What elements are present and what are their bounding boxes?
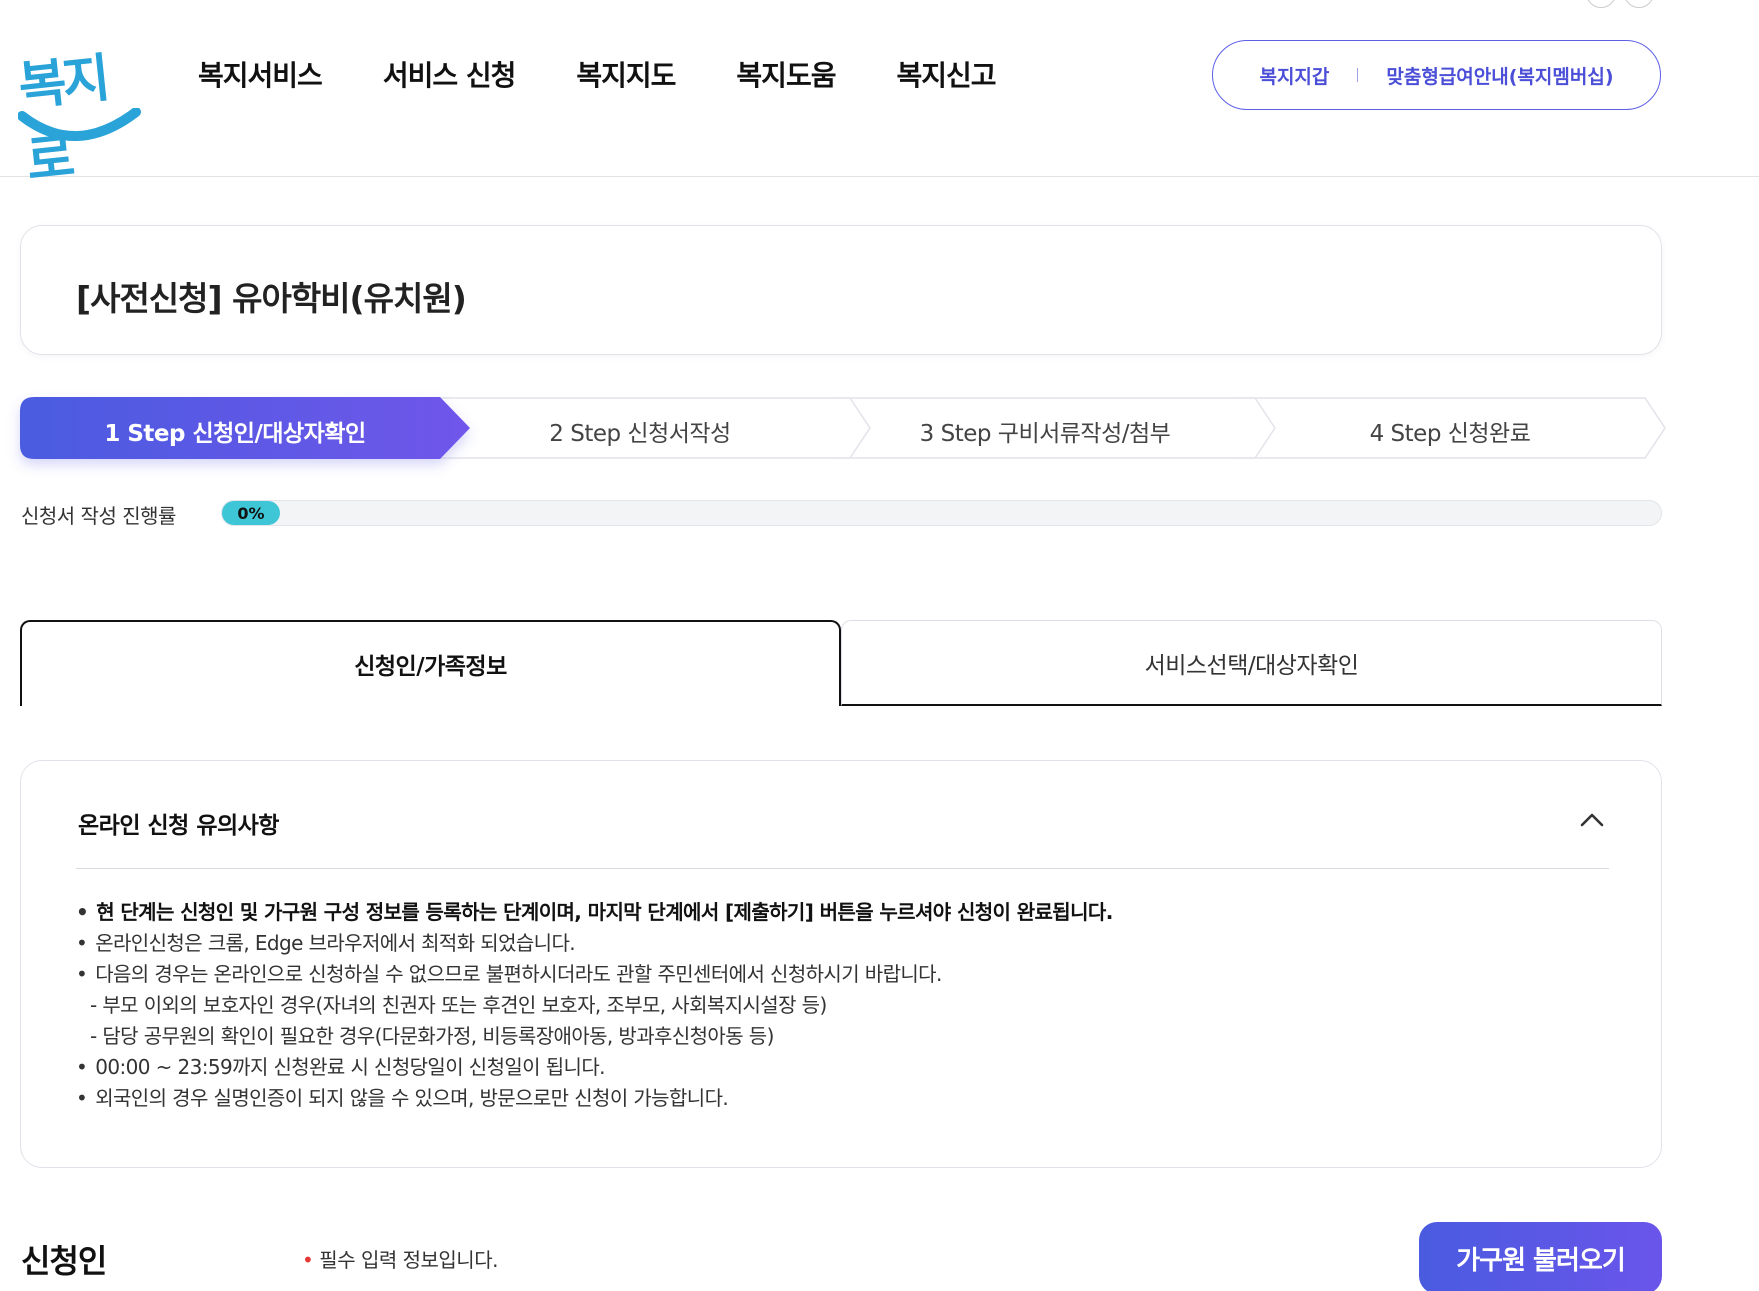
step-indicator: 1 Step 신청인/대상자확인 2 Step 신청서작성 3 Step 구비서… [20,396,1666,460]
nav-item-welfare-map[interactable]: 복지지도 [576,54,676,94]
step-1-label[interactable]: 1 Step 신청인/대상자확인 [104,414,366,448]
logo-smile-icon [18,108,141,141]
form-tabs: 신청인/가족정보 서비스선택/대상자확인 [20,620,1662,706]
notice-divider [76,868,1609,869]
utility-divider [1357,68,1359,82]
notice-title: 온라인 신청 유의사항 [78,813,279,839]
notice-panel: 온라인 신청 유의사항 현 단계는 신청인 및 가구원 구성 정보를 등록하는 … [20,760,1662,1168]
required-note-text: 필수 입력 정보입니다. [319,1248,498,1272]
required-note: • 필수 입력 정보입니다. [302,1244,498,1273]
page-title: [사전신청] 유아학비(유치원) [76,279,467,318]
nav-item-welfare-service[interactable]: 복지서비스 [198,54,323,94]
progress-bar: 0% [221,500,1662,526]
notice-list: 현 단계는 신청인 및 가구원 구성 정보를 등록하는 단계이며, 마지막 단계… [76,897,1113,1114]
step-3-label[interactable]: 3 Step 구비서류작성/첨부 [920,414,1171,448]
main-nav: 복지서비스 서비스 신청 복지지도 복지도움 복지신고 [198,54,1057,94]
notice-item: 현 단계는 신청인 및 가구원 구성 정보를 등록하는 단계이며, 마지막 단계… [76,897,1113,928]
title-card: [사전신청] 유아학비(유치원) [20,225,1662,355]
notice-item: 외국인의 경우 실명인증이 되지 않을 수 있으며, 방문으로만 신청이 가능합… [76,1083,1113,1114]
notice-item: 다음의 경우는 온라인으로 신청하실 수 없으므로 불편하시더라도 관할 주민센… [76,959,1113,990]
welfare-membership-link[interactable]: 맞춤형급여안내(복지멤버십) [1386,62,1613,89]
top-utility-button[interactable] [1624,0,1654,8]
step-4-label[interactable]: 4 Step 신청완료 [1370,414,1531,448]
nav-item-service-apply[interactable]: 서비스 신청 [383,54,517,94]
notice-item: 온라인신청은 크롬, Edge 브라우저에서 최적화 되었습니다. [76,928,1113,959]
site-logo[interactable]: 복지로 [16,36,146,192]
applicant-section-title: 신청인 [21,1242,107,1280]
tab-service-select[interactable]: 서비스선택/대상자확인 [841,620,1662,706]
welfare-wallet-link[interactable]: 복지지갑 [1259,62,1329,89]
load-household-button[interactable]: 가구원 불러오기 [1419,1222,1662,1291]
progress-label: 신청서 작성 진행률 [21,504,176,528]
chevron-up-icon[interactable] [1577,805,1607,835]
site-header: 복지로 복지서비스 서비스 신청 복지지도 복지도움 복지신고 복지지갑 맞춤형… [0,0,1759,192]
nav-item-welfare-report[interactable]: 복지신고 [896,54,996,94]
required-dot-icon: • [302,1248,314,1272]
notice-sub-item: - 부모 이외의 보호자인 경우(자녀의 친권자 또는 후견인 보호자, 조부모… [90,993,827,1017]
top-utility-bar [960,0,1520,4]
notice-item: 00:00 ~ 23:59까지 신청완료 시 신청당일이 신청일이 됩니다. [76,1052,1113,1083]
notice-sub-item: - 담당 공무원의 확인이 필요한 경우(다문화가정, 비등록장애아동, 방과후… [90,1024,774,1048]
top-utility-button[interactable] [1586,0,1616,8]
tab-applicant-family[interactable]: 신청인/가족정보 [20,620,841,706]
nav-item-welfare-help[interactable]: 복지도움 [736,54,836,94]
utility-links: 복지지갑 맞춤형급여안내(복지멤버십) [1212,40,1661,110]
progress-value: 0% [222,501,280,525]
step-2-label[interactable]: 2 Step 신청서작성 [549,414,731,448]
